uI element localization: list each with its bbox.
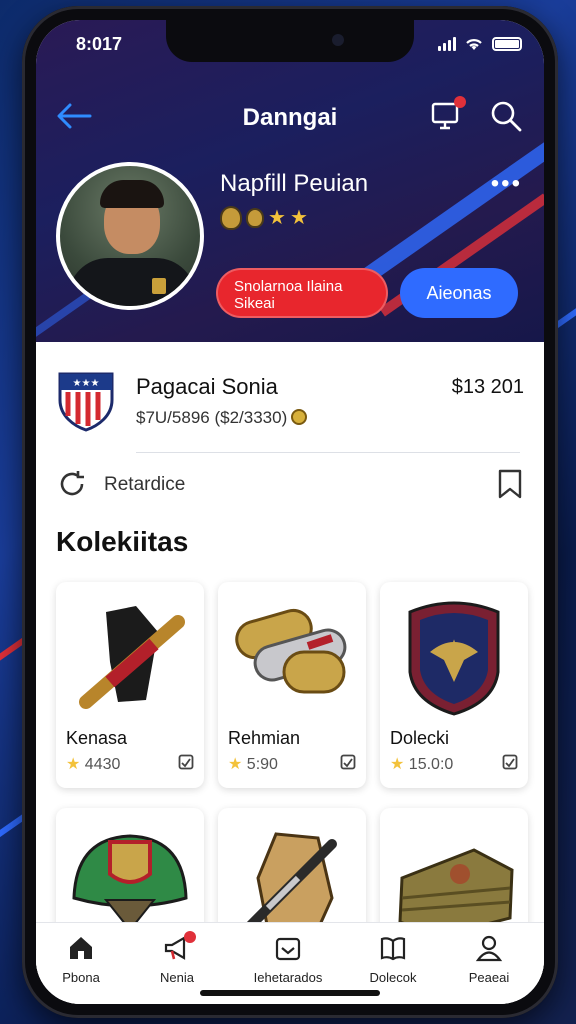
star-icon: ★ [228,756,243,773]
select-icon[interactable] [178,754,194,770]
tab-label: Peaeai [468,970,510,985]
bottom-tab-bar: Pbona Nenia Iehetarados Dolecok Peaeai [36,922,544,1004]
tab-label: Nenia [160,970,194,985]
star-icon: ★ [390,756,405,773]
crest-icon [220,206,242,230]
card-title: Kenasa [66,728,128,748]
svg-text:★: ★ [449,637,460,651]
coin-icon [291,409,308,425]
card-rating: ★ 4430 [66,756,121,773]
main-content: ★★★ Pagacai Sonia $7U/5896 ($2/3330) $13… [36,342,544,1004]
team-shield-icon: ★★★ [58,372,114,432]
team-name: Pagacai Sonia [136,374,278,399]
collection-card[interactable]: Rehmian ★ 5:90 [218,582,366,788]
tab-home[interactable]: Pbona [36,933,126,985]
home-icon [70,937,92,959]
player-badges: ★ ★ [220,206,308,230]
phone-notch [166,20,414,62]
top-bar: Danngai [36,90,544,140]
home-indicator[interactable] [200,990,380,996]
page-title: Danngai [242,104,338,131]
scarf-item-icon [79,606,185,709]
refresh-icon [60,471,84,496]
player-name: Napfill Peuian [220,170,369,197]
notification-dot [454,96,466,108]
signal-icon [438,37,456,51]
app-screen: 8:017 Danngai Napfill Peuian ••• ★ ★ Sno… [36,20,544,1004]
team-price: $13 201 [451,376,524,398]
book-icon [380,937,406,961]
bookmark-icon[interactable] [496,468,524,500]
club-badge-icon: ★ [408,601,500,716]
card-rating: ★ 5:90 [228,756,278,773]
card-rating: ★ 15.0:0 [390,756,454,773]
phone-frame: 8:017 Danngai Napfill Peuian ••• ★ ★ Sno… [22,6,558,1018]
star-icon: ★ [268,207,286,229]
tab-news[interactable]: Nenia [132,931,222,985]
search-icon[interactable] [488,98,524,134]
more-options-button[interactable]: ••• [491,170,522,198]
primary-action-button[interactable]: Snolarnoa Ilaina Sikeai [216,268,388,318]
refresh-label: Retardice [104,474,186,495]
tab-inbox[interactable]: Iehetarados [232,933,344,985]
team-summary[interactable]: ★★★ Pagacai Sonia $7U/5896 ($2/3330) $13… [56,364,524,434]
refresh-row[interactable]: Retardice [56,464,524,504]
notification-dot [184,931,196,943]
card-title: Dolecki [390,728,450,748]
tab-collection[interactable]: Dolecok [348,933,438,985]
status-time: 8:017 [76,34,123,54]
wifi-icon [466,39,482,50]
tab-label: Pbona [62,970,100,985]
select-icon[interactable] [502,754,518,770]
avatar[interactable] [56,162,204,310]
banner-rolls-icon [235,608,347,694]
collection-card[interactable]: ★ Dolecki ★ 15.0:0 [380,582,528,788]
person-icon [475,935,503,962]
section-title: Kolekiitas [56,526,189,557]
select-icon[interactable] [340,754,356,770]
secondary-action-button[interactable]: Aieonas [400,268,518,318]
star-icon: ★ [66,756,81,773]
collection-card[interactable]: Kenasa ★ 4430 [56,582,204,788]
crest-icon [246,208,264,228]
inbox-icon [275,937,301,961]
card-title: Rehmian [228,728,301,748]
star-icon: ★ [289,207,308,229]
divider [136,452,520,453]
svg-text:★★★: ★★★ [73,378,100,389]
battery-icon [492,37,522,51]
tab-label: Iehetarados [253,970,323,985]
cast-button[interactable] [428,96,466,134]
team-value: $7U/5896 ($2/3330) [136,408,308,428]
tab-profile[interactable]: Peaeai [444,933,534,985]
tab-label: Dolecok [369,970,417,985]
